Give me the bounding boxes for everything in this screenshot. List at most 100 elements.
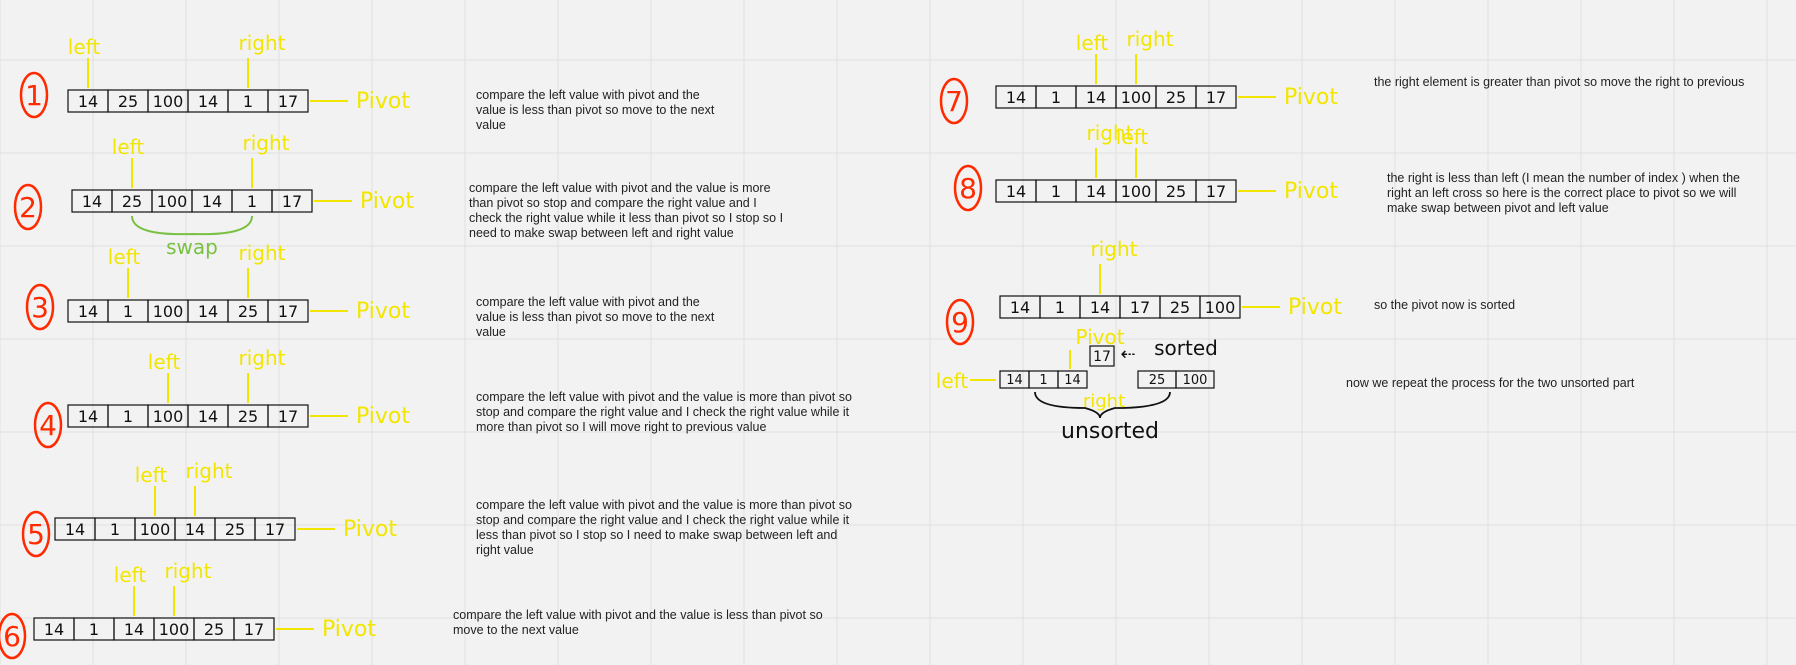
- step-3: 3 14 1 100 14 25 17 Pivot left right: [25, 241, 410, 331]
- step-number: 2: [19, 191, 37, 224]
- array-cell-value: 25: [122, 192, 142, 211]
- array-cell-value: 1: [123, 407, 133, 426]
- array-cell-value: 14: [44, 620, 64, 639]
- array: 14 1 14 100 25 17: [995, 85, 1237, 109]
- step-3-explanation: compare the left value with pivot and th…: [476, 295, 715, 339]
- array-cell-value: 100: [153, 92, 184, 111]
- right-label: right: [1091, 237, 1138, 261]
- step-number: 9: [951, 306, 969, 339]
- step-9: 9 14 1 14 17 25 100 Pivot right: [945, 237, 1342, 346]
- array-cell-value: 17: [1206, 182, 1226, 201]
- pivot-label: Pivot: [1284, 179, 1338, 204]
- array-cell-value: 1: [1051, 182, 1061, 201]
- step-number: 3: [31, 291, 49, 324]
- array-cell-value: 14: [198, 407, 218, 426]
- whiteboard-canvas: 1 14 25 100 14 1 17 Pivotleft right2 14 25 100 14 1 17…: [0, 0, 1796, 665]
- array: 14 1 100 14 25 17: [67, 299, 309, 323]
- step-number: 1: [25, 79, 43, 112]
- array: 14 25 100 14 1 17: [67, 89, 309, 113]
- step-number: 4: [39, 409, 57, 442]
- array-cell-value: 100: [1121, 88, 1152, 107]
- array-cell-value: 25: [118, 92, 138, 111]
- array-cell-value: 25: [1166, 88, 1186, 107]
- array-cell-value: 25: [238, 407, 258, 426]
- array-cell-value: 100: [159, 620, 190, 639]
- array-cell-value: 14: [78, 407, 98, 426]
- array-cell-value: 100: [1121, 182, 1152, 201]
- array-cell-value: 25: [204, 620, 224, 639]
- array-cell-value: 17: [244, 620, 264, 639]
- pivot-label: Pivot: [356, 299, 410, 324]
- right-label: right: [165, 559, 212, 583]
- array-cell-value: 100: [153, 407, 184, 426]
- step-5-explanation: compare the left value with pivot and th…: [476, 498, 852, 557]
- pivot-label: Pivot: [356, 404, 410, 429]
- array-cell-value: 14: [1086, 88, 1106, 107]
- array-cell-value: 14: [1090, 298, 1110, 317]
- step-2: 2 14 25 100 14 1 17 Pivot left right swap: [13, 131, 414, 259]
- right-part-value: 25: [1149, 373, 1166, 388]
- step-6: 6 14 1 14 100 25 17 Pivot left right: [0, 559, 376, 660]
- left-label: left: [1076, 31, 1109, 55]
- pivot-label: Pivot: [1284, 85, 1338, 110]
- left-label: left: [112, 135, 145, 159]
- array-cell-value: 25: [1170, 298, 1190, 317]
- step-7: 7 14 1 14 100 25 17 Pivot left right: [939, 27, 1338, 125]
- array: 14 1 14 100 25 17: [33, 617, 275, 641]
- step-6-explanation: compare the left value with pivot and th…: [453, 608, 823, 637]
- array: 14 1 14 100 25 17: [995, 179, 1237, 203]
- array-cell-value: 14: [1006, 88, 1026, 107]
- step-number: 5: [27, 518, 45, 551]
- sorted-pivot-value: 17: [1093, 349, 1111, 365]
- split-pivot-label: Pivot: [1075, 325, 1124, 349]
- left-label: left: [148, 350, 181, 374]
- array-cell-value: 100: [153, 302, 184, 321]
- swap-bracket: [131, 215, 253, 236]
- grid-lines: [0, 0, 1796, 665]
- left-part-value: 1: [1039, 373, 1047, 388]
- step-8-explanation: the right is less than left (I mean the …: [1387, 171, 1740, 215]
- array-cell-value: 1: [1055, 298, 1065, 317]
- unsorted-label: unsorted: [1061, 419, 1159, 444]
- array-cell-value: 14: [1086, 182, 1106, 201]
- step-9-explanation: so the pivot now is sorted: [1374, 298, 1516, 312]
- split-result: Pivot17 ⇠ sortedleft 14 1 14 25 100rightunsorte…: [936, 325, 1218, 444]
- step-8: 8 14 1 14 100 25 17 Pivotleftright: [953, 121, 1338, 212]
- right-part-value: 100: [1183, 373, 1208, 388]
- array-cell-value: 100: [157, 192, 188, 211]
- array-cell-value: 1: [1051, 88, 1061, 107]
- array-cell-value: 17: [1206, 88, 1226, 107]
- right-label: right: [186, 459, 233, 483]
- right-label: right: [239, 31, 286, 55]
- step-number: 6: [3, 620, 21, 653]
- step-1-explanation: compare the left value with pivot and th…: [476, 88, 715, 132]
- array-cell-value: 14: [124, 620, 144, 639]
- step-4-explanation: compare the left value with pivot and th…: [476, 390, 852, 434]
- right-label: right: [239, 346, 286, 370]
- array-cell-value: 100: [1205, 298, 1236, 317]
- array-cell-value: 14: [82, 192, 102, 211]
- step-number: 7: [945, 85, 963, 118]
- left-part-value: 14: [1006, 373, 1023, 388]
- pivot-label: Pivot: [360, 189, 414, 214]
- array-cell-value: 17: [265, 520, 285, 539]
- step-7-explanation: the right element is greater than pivot …: [1374, 75, 1745, 89]
- pivot-label: Pivot: [343, 517, 397, 542]
- array-cell-value: 14: [1010, 298, 1030, 317]
- left-label: left: [114, 563, 147, 587]
- array-cell-value: 1: [110, 520, 120, 539]
- array-cell-value: 14: [202, 192, 222, 211]
- array: 14 1 14 17 25 100: [999, 295, 1241, 319]
- array-cell-value: 14: [198, 302, 218, 321]
- step-2-explanation: compare the left value with pivot and th…: [469, 181, 784, 240]
- sorted-label: sorted: [1154, 336, 1218, 360]
- split-left-label: left: [936, 369, 969, 393]
- array-cell-value: 17: [278, 92, 298, 111]
- pivot-label: Pivot: [322, 617, 376, 642]
- step-5: 5 14 1 100 14 25 17 Pivot left right: [21, 459, 397, 558]
- array-cell-value: 17: [278, 302, 298, 321]
- array-cell-value: 17: [1130, 298, 1150, 317]
- array-cell-value: 14: [198, 92, 218, 111]
- array-cell-value: 17: [282, 192, 302, 211]
- array-cell-value: 14: [78, 302, 98, 321]
